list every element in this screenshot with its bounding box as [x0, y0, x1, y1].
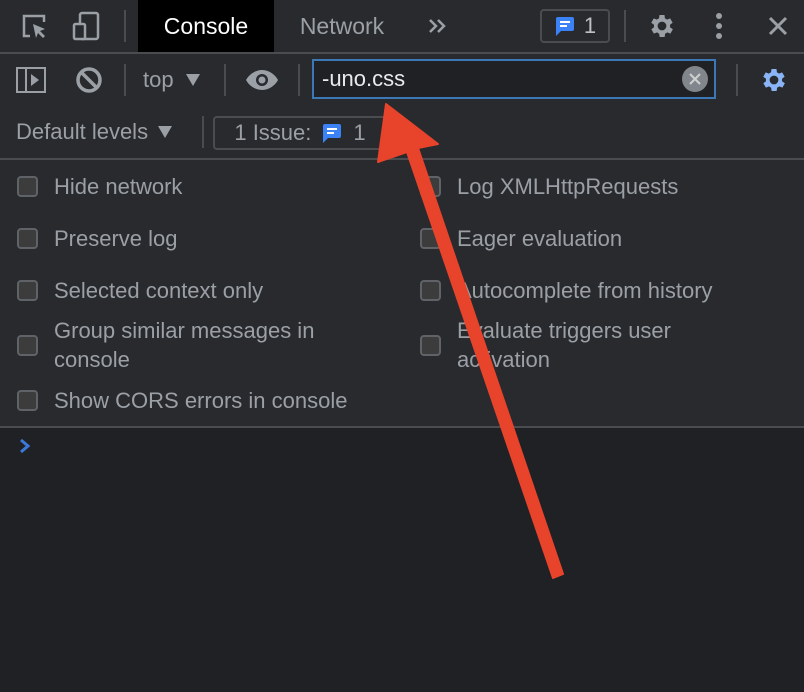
checkbox[interactable] — [17, 390, 38, 411]
option-preserve-log[interactable]: Preserve log — [17, 224, 178, 253]
dropdown-triangle-icon — [158, 126, 173, 138]
option-label: Show CORS errors in console — [54, 388, 348, 413]
log-levels-dropdown[interactable]: Default levels — [16, 106, 173, 158]
console-toolbar-secondary: Default levels 1 Issue: 1 — [0, 106, 804, 160]
option-hide-network[interactable]: Hide network — [17, 172, 182, 201]
settings-gear-icon[interactable] — [644, 0, 680, 52]
devtools-tabbar: Console Network 1 — [0, 0, 804, 54]
console-settings-gear-icon[interactable] — [756, 54, 792, 106]
divider — [298, 64, 300, 96]
tab-network[interactable]: Network — [274, 0, 410, 52]
checkbox[interactable] — [420, 176, 441, 197]
option-label: Autocomplete from history — [457, 278, 713, 303]
filter-input[interactable] — [314, 65, 682, 93]
divider — [124, 10, 126, 42]
checkbox[interactable] — [17, 228, 38, 249]
more-options-icon[interactable] — [704, 0, 734, 52]
option-label: Hide network — [54, 174, 183, 199]
checkbox[interactable] — [17, 280, 38, 301]
divider — [124, 64, 126, 96]
checkbox[interactable] — [17, 334, 38, 356]
option-label: Preserve log — [54, 226, 178, 251]
show-sidebar-icon[interactable] — [14, 54, 48, 106]
option-eager-evaluation[interactable]: Eager evaluation — [420, 224, 622, 253]
option-show-cors-errors[interactable]: Show CORS errors in console — [17, 386, 347, 415]
checkbox[interactable] — [420, 280, 441, 301]
dropdown-triangle-icon — [185, 74, 200, 86]
option-label: Eager evaluation — [457, 226, 623, 251]
device-toolbar-icon[interactable] — [66, 0, 106, 52]
context-label: top — [143, 67, 174, 92]
option-label: Log XMLHttpRequests — [457, 174, 679, 199]
issue-message-icon — [555, 17, 574, 36]
console-settings-panel: Hide network Preserve log Selected conte… — [0, 160, 804, 428]
issues-label: 1 Issue: — [234, 120, 312, 145]
clear-console-icon[interactable] — [72, 54, 106, 106]
issues-count: 1 — [353, 120, 366, 145]
checkbox[interactable] — [420, 334, 441, 356]
issues-button[interactable]: 1 Issue: 1 — [213, 116, 387, 150]
chevron-double-right-icon[interactable] — [422, 0, 454, 52]
checkbox[interactable] — [17, 176, 38, 197]
divider — [202, 116, 204, 148]
clear-x-icon — [689, 73, 701, 85]
log-levels-label: Default levels — [16, 119, 149, 144]
filter-input-box[interactable] — [312, 59, 716, 99]
live-expression-eye-icon[interactable] — [242, 54, 282, 106]
option-log-xhr[interactable]: Log XMLHttpRequests — [420, 172, 678, 201]
option-label: Group similar messages in console — [54, 318, 315, 372]
divider — [224, 64, 226, 96]
option-autocomplete-history[interactable]: Autocomplete from history — [420, 276, 713, 305]
console-prompt-chevron-icon[interactable] — [18, 437, 32, 460]
divider — [624, 10, 626, 42]
close-icon[interactable] — [760, 0, 796, 52]
option-group-similar[interactable]: Group similar messages in console — [17, 316, 357, 374]
issues-count: 1 — [583, 13, 597, 38]
issues-counter-button[interactable]: 1 — [540, 9, 610, 43]
divider — [736, 64, 738, 96]
context-selector[interactable]: top — [143, 54, 200, 106]
inspect-element-icon[interactable] — [14, 0, 54, 52]
clear-filter-button[interactable] — [682, 66, 708, 92]
option-label: Selected context only — [54, 278, 264, 303]
option-evaluate-triggers-activation[interactable]: Evaluate triggers user activation — [420, 316, 720, 374]
tab-console[interactable]: Console — [138, 0, 274, 52]
issue-message-icon — [323, 124, 342, 143]
checkbox[interactable] — [420, 228, 441, 249]
option-selected-context-only[interactable]: Selected context only — [17, 276, 263, 305]
option-label: Evaluate triggers user activation — [457, 318, 671, 372]
console-toolbar: top — [0, 54, 804, 106]
